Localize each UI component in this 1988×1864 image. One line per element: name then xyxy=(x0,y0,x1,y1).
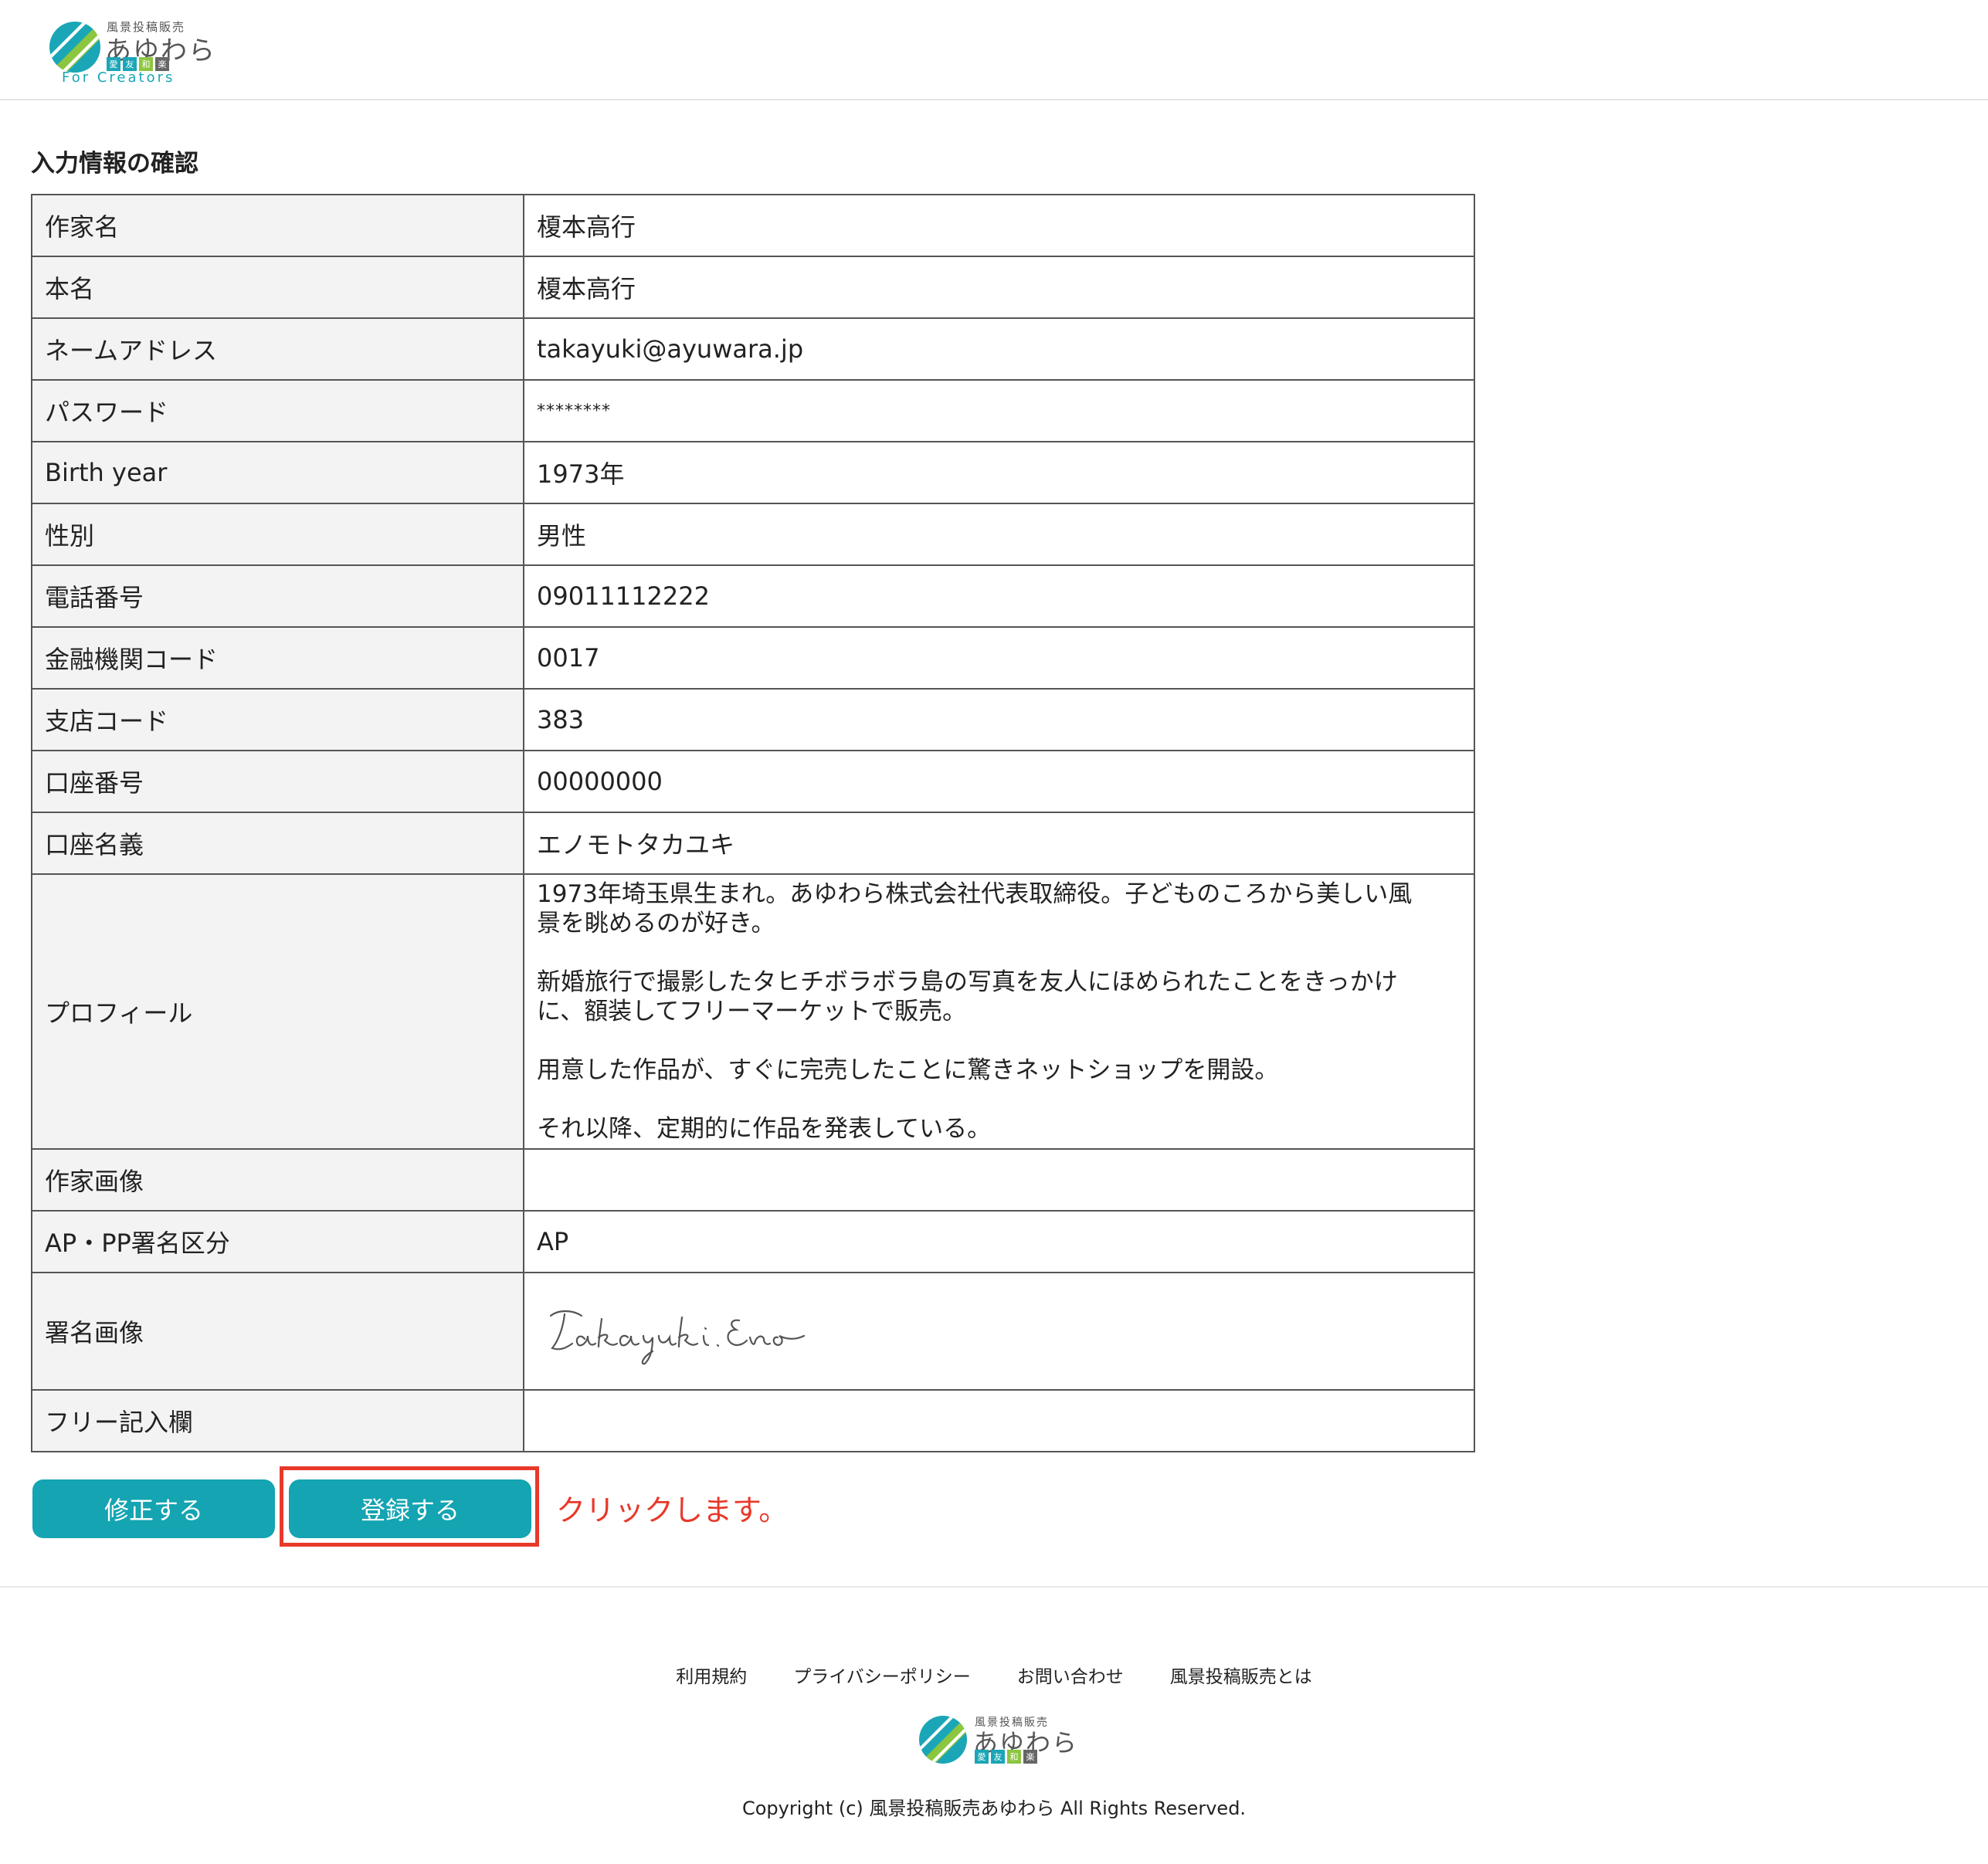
row-label: 口座番号 xyxy=(31,750,524,813)
row-label: 本名 xyxy=(31,256,524,319)
page-title: 入力情報の確認 xyxy=(31,150,198,178)
signature-cell xyxy=(523,1272,1475,1391)
row-value: 00000000 xyxy=(523,750,1475,813)
table-row: 性別 男性 xyxy=(31,503,1475,566)
row-label: 金融機関コード xyxy=(31,626,524,690)
logo-tag: 和 xyxy=(1007,1750,1021,1764)
row-label: 支店コード xyxy=(31,688,524,751)
row-label: 口座名義 xyxy=(31,812,524,875)
row-value: 榎本高行 xyxy=(523,256,1475,319)
profile-cell: 1973年埼玉県生まれ。あゆわら株式会社代表取締役。子どものころから美しい風 景… xyxy=(523,873,1475,1150)
row-value: 383 xyxy=(523,688,1475,751)
footer-links: 利用規約 プライバシーポリシー お問い合わせ 風景投稿販売とは xyxy=(0,1662,1988,1688)
footer-logo[interactable]: 風景投稿販売 あゆわら 愛 友 和 楽 xyxy=(919,1714,1077,1770)
table-row: 作家画像 xyxy=(31,1148,1475,1212)
row-value: 09011112222 xyxy=(523,564,1475,628)
table-row: 署名画像 xyxy=(31,1272,1475,1391)
row-value: takayuki@ayuwara.jp xyxy=(523,317,1475,381)
footer-link-privacy[interactable]: プライバシーポリシー xyxy=(793,1662,971,1688)
artist-image-cell xyxy=(523,1148,1475,1212)
row-value: 男性 xyxy=(523,503,1475,566)
logo-tag: 愛 xyxy=(975,1750,989,1764)
row-value: 榎本高行 xyxy=(523,194,1475,257)
row-label: フリー記入欄 xyxy=(31,1389,524,1452)
annotation-highlight-box xyxy=(280,1466,539,1547)
copyright-text: Copyright (c) 風景投稿販売あゆわら All Rights Rese… xyxy=(741,1798,1247,1819)
row-value: エノモトタカユキ xyxy=(523,812,1475,875)
row-label: 電話番号 xyxy=(31,564,524,628)
logo-tag: 友 xyxy=(991,1750,1005,1764)
table-row: プロフィール 1973年埼玉県生まれ。あゆわら株式会社代表取締役。子どものころか… xyxy=(31,873,1475,1150)
logo-mark-icon xyxy=(919,1716,967,1764)
row-value: 0017 xyxy=(523,626,1475,690)
free-text-cell xyxy=(523,1389,1475,1452)
row-label: パスワード xyxy=(31,379,524,442)
table-row: ネームアドレス takayuki@ayuwara.jp xyxy=(31,317,1475,381)
table-row: 支店コード 383 xyxy=(31,688,1475,751)
logo-mark-icon xyxy=(49,22,100,73)
row-label: 作家画像 xyxy=(31,1148,524,1212)
table-row: 口座名義 エノモトタカユキ xyxy=(31,812,1475,875)
logo-tags: 愛 友 和 楽 xyxy=(975,1750,1037,1764)
logo-tagline: For Creators xyxy=(62,69,175,86)
row-label: AP・PP署名区分 xyxy=(31,1210,524,1273)
confirmation-table: 作家名 榎本高行 本名 榎本高行 ネームアドレス takayuki@ayuwar… xyxy=(31,194,1475,1452)
table-row: AP・PP署名区分 AP xyxy=(31,1210,1475,1273)
header-logo[interactable]: 風景投稿販売 あゆわら 愛 友 和 楽 For Creators xyxy=(49,19,215,88)
row-label: プロフィール xyxy=(31,873,524,1150)
row-label: ネームアドレス xyxy=(31,317,524,381)
signature-image xyxy=(549,1310,806,1365)
annotation-text: クリックします。 xyxy=(556,1493,789,1527)
edit-button[interactable]: 修正する xyxy=(32,1479,275,1538)
row-value: AP xyxy=(523,1210,1475,1273)
table-row: 金融機関コード 0017 xyxy=(31,626,1475,690)
row-label: 署名画像 xyxy=(31,1272,524,1391)
profile-text: 1973年埼玉県生まれ。あゆわら株式会社代表取締役。子どものころから美しい風 景… xyxy=(537,880,1413,1143)
site-header: 風景投稿販売 あゆわら 愛 友 和 楽 For Creators xyxy=(0,0,1988,100)
table-row: 作家名 榎本高行 xyxy=(31,194,1475,257)
table-row: Birth year 1973年 xyxy=(31,441,1475,504)
row-value: 1973年 xyxy=(523,441,1475,504)
footer-link-about[interactable]: 風景投稿販売とは xyxy=(1170,1662,1312,1688)
row-label: 性別 xyxy=(31,503,524,566)
row-label: Birth year xyxy=(31,441,524,504)
table-row: 本名 榎本高行 xyxy=(31,256,1475,319)
footer-link-contact[interactable]: お問い合わせ xyxy=(1017,1662,1124,1688)
logo-tag: 楽 xyxy=(1023,1750,1037,1764)
table-row: 電話番号 09011112222 xyxy=(31,564,1475,628)
table-row: 口座番号 00000000 xyxy=(31,750,1475,813)
password-value: ******** xyxy=(523,379,1475,442)
footer-divider xyxy=(0,1586,1988,1588)
row-label: 作家名 xyxy=(31,194,524,257)
table-row: パスワード ******** xyxy=(31,379,1475,442)
footer-link-terms[interactable]: 利用規約 xyxy=(676,1662,747,1688)
table-row: フリー記入欄 xyxy=(31,1389,1475,1452)
